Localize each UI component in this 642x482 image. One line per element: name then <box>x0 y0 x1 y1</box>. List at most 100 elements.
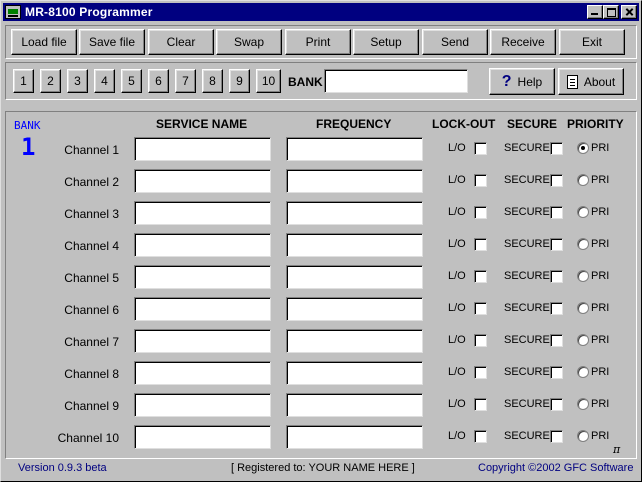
secure-label: SECURE <box>504 142 550 154</box>
service-name-input[interactable] <box>134 361 271 385</box>
lockout-label: L/O <box>448 174 466 186</box>
priority-label: PRI <box>591 174 610 186</box>
bank-9-button[interactable]: 9 <box>229 69 250 93</box>
lockout-checkbox[interactable] <box>474 270 487 283</box>
bank-2-button[interactable]: 2 <box>40 69 61 93</box>
lockout-header: LOCK-OUT <box>432 117 496 131</box>
priority-radio[interactable] <box>577 174 589 186</box>
service-name-header: SERVICE NAME <box>156 117 248 131</box>
lockout-label: L/O <box>448 366 466 378</box>
service-name-input[interactable] <box>134 201 271 225</box>
service-name-input[interactable] <box>134 137 271 161</box>
frequency-input[interactable] <box>286 137 423 161</box>
secure-label: SECURE <box>504 206 550 218</box>
lockout-label: L/O <box>448 398 466 410</box>
clear-button[interactable]: Clear <box>148 29 214 55</box>
service-name-input[interactable] <box>134 393 271 417</box>
bank-5-button[interactable]: 5 <box>121 69 142 93</box>
bank-3-button[interactable]: 3 <box>67 69 88 93</box>
secure-checkbox[interactable] <box>550 366 563 379</box>
lockout-checkbox[interactable] <box>474 366 487 379</box>
priority-radio[interactable] <box>577 270 589 282</box>
lockout-checkbox[interactable] <box>474 206 487 219</box>
secure-checkbox[interactable] <box>550 398 563 411</box>
frequency-input[interactable] <box>286 425 423 449</box>
send-button[interactable]: Send <box>422 29 488 55</box>
frequency-header: FREQUENCY <box>316 117 392 131</box>
priority-radio[interactable] <box>577 238 589 250</box>
service-name-input[interactable] <box>134 233 271 257</box>
bank-1-button[interactable]: 1 <box>13 69 34 93</box>
about-button[interactable]: About <box>558 68 624 95</box>
lockout-checkbox[interactable] <box>474 174 487 187</box>
frequency-input[interactable] <box>286 169 423 193</box>
swap-button[interactable]: Swap <box>216 29 282 55</box>
service-name-input[interactable] <box>134 265 271 289</box>
frequency-input[interactable] <box>286 297 423 321</box>
service-name-input[interactable] <box>134 425 271 449</box>
secure-label: SECURE <box>504 430 550 442</box>
channel-label: Channel 3 <box>64 207 119 221</box>
channel-label: Channel 2 <box>64 175 119 189</box>
bank-name-input[interactable] <box>324 69 468 93</box>
secure-checkbox[interactable] <box>550 334 563 347</box>
service-name-input[interactable] <box>134 297 271 321</box>
bank-6-button[interactable]: 6 <box>148 69 169 93</box>
service-name-input[interactable] <box>134 329 271 353</box>
secure-checkbox[interactable] <box>550 430 563 443</box>
channel-label: Channel 9 <box>64 399 119 413</box>
frequency-input[interactable] <box>286 329 423 353</box>
save-file-button[interactable]: Save file <box>79 29 145 55</box>
lockout-checkbox[interactable] <box>474 430 487 443</box>
bank-7-button[interactable]: 7 <box>175 69 196 93</box>
registered-text: [ Registered to: YOUR NAME HERE ] <box>231 462 415 474</box>
about-label: About <box>583 74 616 89</box>
bank-10-button[interactable]: 10 <box>256 69 281 93</box>
lockout-label: L/O <box>448 142 466 154</box>
lockout-checkbox[interactable] <box>474 398 487 411</box>
title-bar[interactable]: MR-8100 Programmer <box>3 3 639 21</box>
load-file-button[interactable]: Load file <box>11 29 77 55</box>
frequency-input[interactable] <box>286 361 423 385</box>
lockout-checkbox[interactable] <box>474 238 487 251</box>
receive-button[interactable]: Receive <box>490 29 556 55</box>
lockout-label: L/O <box>448 430 466 442</box>
frequency-input[interactable] <box>286 393 423 417</box>
priority-label: PRI <box>591 334 610 346</box>
maximize-icon[interactable] <box>603 5 619 19</box>
minimize-icon[interactable] <box>587 5 603 19</box>
secure-checkbox[interactable] <box>550 270 563 283</box>
frequency-input[interactable] <box>286 201 423 225</box>
secure-checkbox[interactable] <box>550 238 563 251</box>
print-button[interactable]: Print <box>285 29 351 55</box>
copyright-text: Copyright ©2002 GFC Software <box>478 462 634 474</box>
lockout-checkbox[interactable] <box>474 302 487 315</box>
priority-label: PRI <box>591 302 610 314</box>
priority-radio[interactable] <box>577 430 589 442</box>
secure-checkbox[interactable] <box>550 142 563 155</box>
app-window: MR-8100 Programmer Load file Save file C… <box>0 0 642 482</box>
priority-radio[interactable] <box>577 206 589 218</box>
close-icon[interactable] <box>621 5 637 19</box>
priority-radio[interactable] <box>577 142 589 154</box>
bank-label: BANK <box>288 75 323 89</box>
exit-button[interactable]: Exit <box>559 29 625 55</box>
frequency-input[interactable] <box>286 233 423 257</box>
bank-4-button[interactable]: 4 <box>94 69 115 93</box>
service-name-input[interactable] <box>134 169 271 193</box>
help-button[interactable]: ? Help <box>489 68 555 95</box>
secure-checkbox[interactable] <box>550 206 563 219</box>
setup-button[interactable]: Setup <box>353 29 419 55</box>
priority-radio[interactable] <box>577 366 589 378</box>
priority-radio[interactable] <box>577 334 589 346</box>
bank-8-button[interactable]: 8 <box>202 69 223 93</box>
lockout-checkbox[interactable] <box>474 334 487 347</box>
lockout-checkbox[interactable] <box>474 142 487 155</box>
document-icon <box>566 74 578 89</box>
secure-checkbox[interactable] <box>550 302 563 315</box>
priority-radio[interactable] <box>577 398 589 410</box>
lockout-label: L/O <box>448 238 466 250</box>
frequency-input[interactable] <box>286 265 423 289</box>
secure-checkbox[interactable] <box>550 174 563 187</box>
priority-radio[interactable] <box>577 302 589 314</box>
